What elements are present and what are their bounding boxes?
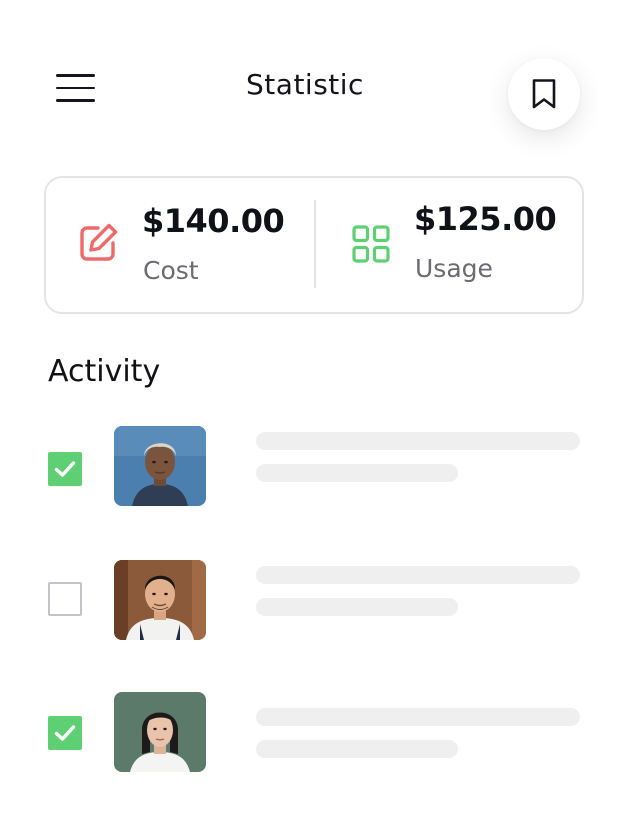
usage-label: Usage	[415, 254, 493, 283]
checkmark-icon	[54, 461, 76, 477]
cost-value: $140.00	[142, 202, 285, 240]
avatar-man-apron	[114, 560, 206, 640]
avatar	[114, 560, 206, 640]
avatar-woman-short-blonde-hair	[114, 426, 206, 506]
skeleton-line	[256, 566, 580, 584]
avatar	[114, 692, 206, 772]
skeleton-line	[256, 598, 458, 616]
grid-icon	[352, 225, 390, 263]
avatar	[114, 426, 206, 506]
activity-checkbox-unchecked[interactable]	[48, 582, 82, 616]
skeleton-line	[256, 432, 580, 450]
activity-checkbox-checked[interactable]	[48, 452, 82, 486]
skeleton-line	[256, 740, 458, 758]
bookmark-button[interactable]	[508, 58, 580, 130]
checkmark-icon	[54, 725, 76, 741]
stats-card: $140.00 Cost $125.00 Usage	[44, 176, 584, 314]
skeleton-line	[256, 708, 580, 726]
skeleton-line	[256, 464, 458, 482]
bookmark-icon	[532, 79, 556, 109]
activity-checkbox-checked[interactable]	[48, 716, 82, 750]
usage-value: $125.00	[414, 200, 557, 238]
edit-icon	[80, 223, 118, 261]
stats-divider	[314, 200, 316, 288]
activity-title: Activity	[48, 354, 161, 389]
avatar-woman-dark-hair	[114, 692, 206, 772]
cost-label: Cost	[143, 256, 199, 285]
